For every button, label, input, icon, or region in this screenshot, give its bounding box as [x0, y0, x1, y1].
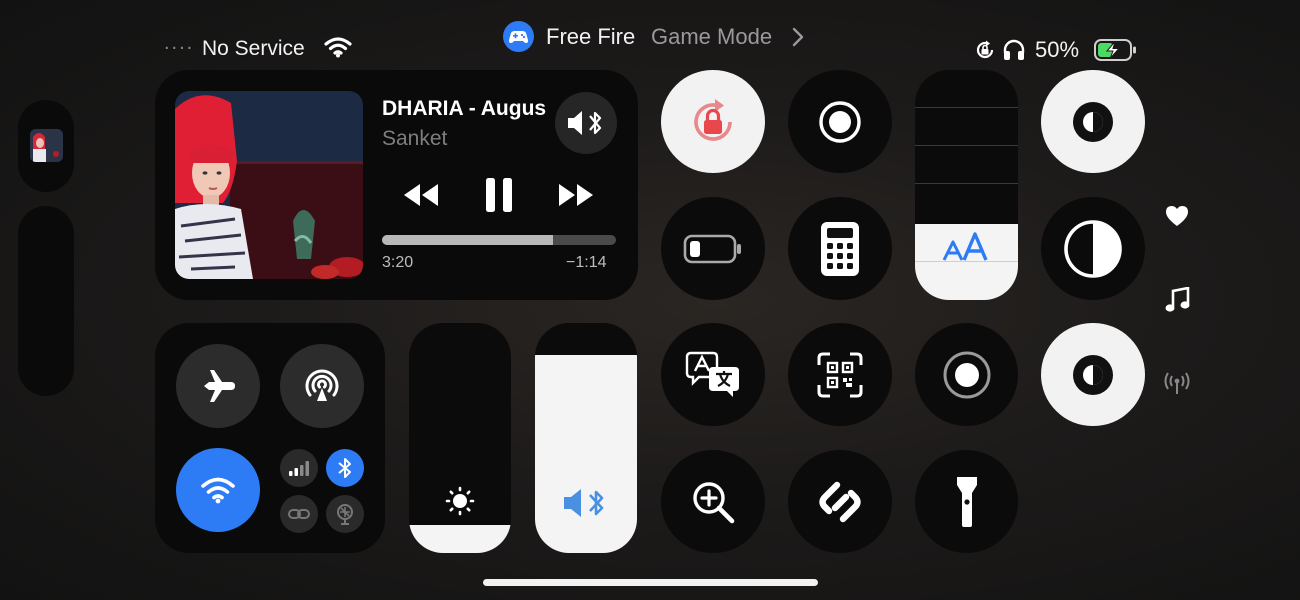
home-indicator[interactable]: [483, 579, 818, 586]
record-icon: [941, 349, 993, 401]
game-app-name: Free Fire: [546, 24, 636, 49]
flashlight-icon: [955, 475, 979, 529]
bluetooth-button[interactable]: [326, 449, 364, 487]
text-size-icon: [942, 230, 992, 264]
remaining-time: −1:14: [566, 254, 607, 271]
magnifier-icon: [689, 478, 737, 526]
wifi-icon: [324, 36, 352, 58]
speaker-bluetooth-icon: [562, 486, 612, 520]
low-power-icon: [683, 233, 743, 265]
flashlight-button[interactable]: [915, 450, 1018, 553]
slider-tick: [915, 183, 1018, 184]
translate-button[interactable]: [661, 323, 765, 426]
album-art[interactable]: [175, 91, 363, 279]
rewind-icon[interactable]: [402, 182, 440, 208]
qr-scanner-button[interactable]: [788, 323, 892, 426]
status-right: 50%: [974, 36, 1144, 64]
side-app-pill[interactable]: [18, 100, 74, 192]
calculator-icon: [820, 221, 860, 277]
airplane-icon: [198, 366, 238, 406]
fast-forward-icon[interactable]: [557, 182, 595, 208]
battery-percent: 50%: [1035, 37, 1080, 62]
cellular-button[interactable]: [280, 449, 318, 487]
elapsed-time: 3:20: [382, 254, 414, 271]
battery-charging-icon: [1094, 39, 1138, 61]
brightness-icon: [445, 486, 475, 516]
wifi-icon: [200, 476, 236, 504]
slider-tick: [915, 107, 1018, 108]
music-note-icon[interactable]: [1164, 287, 1190, 315]
rotation-lock-icon: [974, 39, 996, 61]
airdrop-button[interactable]: [280, 344, 364, 428]
text-size-slider[interactable]: [915, 70, 1018, 300]
playback-progress-fill: [382, 235, 553, 245]
cellular-icon: [288, 460, 310, 476]
pause-icon[interactable]: [485, 177, 513, 213]
volume-slider[interactable]: [535, 323, 637, 553]
magnifier-button[interactable]: [661, 450, 765, 553]
game-mode-banner[interactable]: Free Fire Game Mode: [503, 20, 813, 54]
brightness-slider-fill: [409, 525, 511, 553]
track-title: DHARIA - Augus: [382, 97, 547, 120]
airplane-mode-button[interactable]: [176, 344, 260, 428]
dark-mode-icon: [1069, 98, 1117, 146]
shazam-icon: [815, 477, 865, 527]
personal-hotspot-button[interactable]: [280, 495, 318, 533]
track-artist: Sanket: [382, 127, 448, 150]
screen-record-icon: [818, 100, 862, 144]
gamepad-icon: [503, 21, 534, 52]
now-playing-panel: DHARIA - Augus Sanket 3:20 −1:14: [155, 70, 638, 300]
color-filter-icon: [1069, 351, 1117, 399]
orientation-lock-icon: [683, 92, 743, 152]
bluetooth-icon: [337, 457, 353, 479]
orientation-lock-button[interactable]: [661, 70, 765, 173]
satellite-button[interactable]: [326, 495, 364, 533]
status-bar: .... No Service: [164, 32, 364, 64]
side-app-thumbnail: [30, 129, 63, 162]
volume-slider-fill: [535, 355, 637, 553]
satellite-icon: [334, 503, 356, 525]
translate-icon: [685, 349, 741, 401]
airdrop-icon: [302, 366, 342, 406]
screen-record-button[interactable]: [788, 70, 892, 173]
signal-dots: ....: [164, 32, 195, 54]
connectivity-panel: [155, 323, 385, 553]
calculator-button[interactable]: [788, 197, 892, 300]
heart-icon[interactable]: [1164, 204, 1190, 228]
speaker-bluetooth-icon: [566, 108, 606, 138]
qr-scanner-icon: [816, 351, 864, 399]
side-empty-pill[interactable]: [18, 206, 74, 396]
shazam-button[interactable]: [788, 450, 892, 553]
chevron-right-icon: [791, 26, 805, 48]
contrast-button[interactable]: [1041, 197, 1145, 300]
personal-hotspot-icon: [287, 505, 311, 523]
color-filter-button[interactable]: [1041, 323, 1145, 426]
game-mode-label: Game Mode: [651, 24, 773, 49]
low-power-button[interactable]: [661, 197, 765, 300]
wifi-toggle-button[interactable]: [176, 448, 260, 532]
slider-tick: [915, 145, 1018, 146]
playback-progress-bar[interactable]: [382, 235, 616, 245]
contrast-icon: [1063, 219, 1123, 279]
dark-mode-button[interactable]: [1041, 70, 1145, 173]
carrier-label: No Service: [202, 37, 305, 60]
brightness-slider[interactable]: [409, 323, 511, 553]
headphones-icon: [1002, 38, 1026, 62]
record-button[interactable]: [915, 323, 1018, 426]
audio-output-button[interactable]: [555, 92, 617, 154]
antenna-icon[interactable]: [1163, 371, 1191, 395]
